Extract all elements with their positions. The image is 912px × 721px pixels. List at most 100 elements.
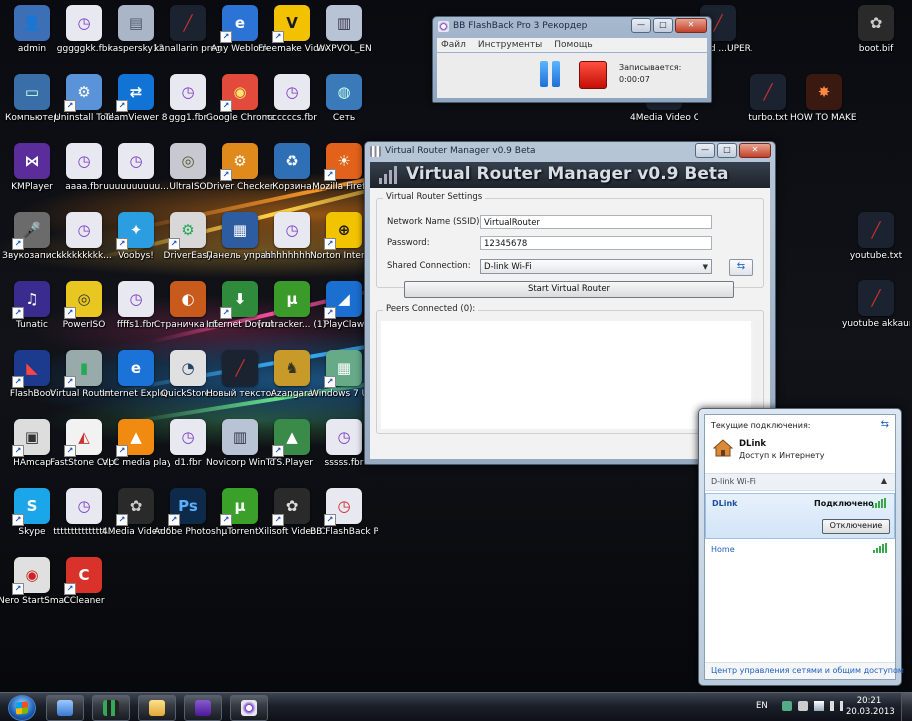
menu-help[interactable]: Помощь (554, 38, 592, 52)
novicorp-icon: ▥ (222, 419, 258, 455)
shortcut-arrow-icon: ↗ (64, 100, 76, 112)
taskbar-button-kmplayer[interactable] (184, 695, 222, 721)
aaaa-icon: ◷ (66, 143, 102, 179)
pause-button[interactable] (537, 61, 563, 87)
desktop-icon-how-to[interactable]: ✸ HOW TO MAKE YOU... (790, 74, 858, 124)
desktop-icon-wxpvol[interactable]: ▥ WXPVOL_EN (310, 5, 378, 55)
house-icon (713, 439, 733, 457)
minimize-button[interactable]: — (695, 143, 715, 158)
kaspersky-icon: ▤ (118, 5, 154, 41)
teamviewer-icon: ⇄ ↗ (116, 74, 154, 112)
shortcut-arrow-icon: ↗ (64, 307, 76, 319)
desktop-icon-bb-flashback[interactable]: ◷↗BB FlashBack Pro 3 Recor... (310, 488, 378, 538)
taskbar-button-virtual-router[interactable] (92, 695, 130, 721)
wifi-section-header[interactable]: D-link Wi-Fi ▲ (705, 473, 895, 491)
shared-connection-label: Shared Connection: (387, 261, 471, 271)
flashback-recorder-window[interactable]: BB FlashBack Pro 3 Рекордер — □ ✕ Файл И… (432, 16, 712, 103)
peers-connected-caption: Peers Connected (0): (383, 304, 479, 314)
show-desktop-button[interactable] (901, 693, 912, 721)
google-chrome-icon: ◉ ↗ (220, 74, 258, 112)
network-sharing-center-link[interactable]: Центр управления сетями и общим доступом (711, 666, 904, 675)
tray-app-icon[interactable] (782, 701, 792, 711)
shortcut-arrow-icon: ↗ (64, 376, 76, 388)
ssid-input[interactable]: VirtualRouter (480, 215, 712, 229)
language-indicator[interactable]: EN (756, 701, 768, 711)
desktop-icon-yuotube[interactable]: ╱ yuotube akkaunt qa... (842, 280, 910, 330)
virtual-router-icon: ▮ ↗ (64, 350, 102, 388)
minimize-button[interactable]: — (631, 18, 651, 33)
norton-icon: ⊕ ↗ (324, 212, 362, 250)
ggg1-icon: ◷ (170, 74, 206, 110)
flashback-app-icon (438, 21, 449, 32)
shortcut-arrow-icon: ↗ (220, 169, 232, 181)
desktop-icon-label: BB FlashBack Pro 3 Recor... (310, 527, 378, 537)
flashback-body: Записывается: 0:00:07 (437, 53, 707, 98)
shortcut-arrow-icon: ↗ (116, 238, 128, 250)
kanallarin-icon: ╱ (170, 5, 206, 41)
shortcut-arrow-icon: ↗ (220, 307, 232, 319)
desktop-icon-label: CCleaner (63, 596, 105, 606)
network-item-name: DLink (712, 499, 738, 508)
start-virtual-router-button[interactable]: Start Virtual Router (404, 281, 734, 298)
rutracker-icon: µ (274, 281, 310, 317)
flashback-titlebar[interactable]: BB FlashBack Pro 3 Рекордер — □ ✕ (433, 17, 711, 37)
network-item-home[interactable]: Home (711, 545, 735, 554)
shortcut-arrow-icon: ↗ (324, 514, 336, 526)
close-button[interactable]: ✕ (739, 143, 771, 158)
signal-bars-icon (379, 166, 397, 184)
taskbar-button-folder[interactable] (138, 695, 176, 721)
network-icon[interactable] (814, 701, 824, 711)
flashback-menubar: Файл Инструменты Помощь (437, 38, 707, 52)
shortcut-arrow-icon: ↗ (64, 583, 76, 595)
chevron-up-icon[interactable]: ▲ (881, 476, 887, 485)
peers-list[interactable] (381, 321, 751, 429)
azangara-icon: ♞ (274, 350, 310, 386)
refresh-networks-icon[interactable]: ⇆ (881, 419, 889, 430)
menu-tools[interactable]: Инструменты (478, 38, 542, 52)
vlc-icon: ▲ ↗ (116, 419, 154, 457)
ccleaner-icon: C ↗ (64, 557, 102, 595)
volume-icon[interactable] (830, 701, 843, 711)
start-button[interactable] (8, 695, 36, 721)
clock-time[interactable]: 20:21 (852, 696, 886, 706)
password-input[interactable]: 12345678 (480, 236, 712, 250)
shortcut-arrow-icon: ↗ (220, 514, 232, 526)
network-item-dlink[interactable]: DLink Подключено Отключение (705, 493, 895, 539)
taskbar-button-flashback[interactable] (230, 695, 268, 721)
ffffs1-icon: ◷ (118, 281, 154, 317)
quickstores-icon: ◔ (170, 350, 206, 386)
shortcut-arrow-icon: ↗ (12, 307, 24, 319)
flashback-icon (241, 700, 257, 716)
maximize-button[interactable]: □ (717, 143, 737, 158)
pause-icon (540, 61, 548, 87)
close-button[interactable]: ✕ (675, 18, 707, 33)
stop-button[interactable] (579, 61, 607, 89)
kkkkkkkkk-icon: ◷ (66, 212, 102, 248)
desktop-icon-network[interactable]: ◍ Сеть (310, 74, 378, 124)
disconnect-button[interactable]: Отключение (822, 519, 890, 534)
desktop-icon-label: WXPVOL_EN (316, 44, 372, 54)
desktop-icon-boot-bif[interactable]: ✿ boot.bif (842, 5, 910, 55)
nero-icon: ◉ ↗ (12, 557, 50, 595)
bb-flashback-icon: ◷ ↗ (324, 488, 362, 526)
mozilla-firefox-icon: ☀ ↗ (324, 143, 362, 181)
taskbar-button-explorer[interactable] (46, 695, 84, 721)
shortcut-arrow-icon: ↗ (324, 169, 336, 181)
vrm-titlebar[interactable]: Virtual Router Manager v0.9 Beta — □ ✕ (365, 142, 775, 162)
shortcut-arrow-icon: ↗ (272, 445, 284, 457)
refresh-connections-button[interactable]: ⇆ (729, 259, 753, 276)
shortcut-arrow-icon: ↗ (168, 514, 180, 526)
desktop-icon-youtube[interactable]: ╱ youtube.txt (842, 212, 910, 262)
shortcut-arrow-icon: ↗ (12, 445, 24, 457)
youtube-icon: ╱ (858, 212, 894, 248)
poweriso-icon: ◎ ↗ (64, 281, 102, 319)
clock-date[interactable]: 20.03.2013 (846, 707, 895, 717)
freemake-icon: V ↗ (272, 5, 310, 43)
shared-connection-select[interactable]: D-link Wi-Fi ▼ (480, 259, 712, 274)
flag-icon[interactable] (798, 701, 808, 711)
maximize-button[interactable]: □ (653, 18, 673, 33)
menu-file[interactable]: Файл (441, 38, 466, 52)
shortcut-arrow-icon: ↗ (272, 31, 284, 43)
faststone-icon: ◭ ↗ (64, 419, 102, 457)
desktop-icon-ccleaner[interactable]: C ↗ CCleaner (50, 557, 118, 607)
